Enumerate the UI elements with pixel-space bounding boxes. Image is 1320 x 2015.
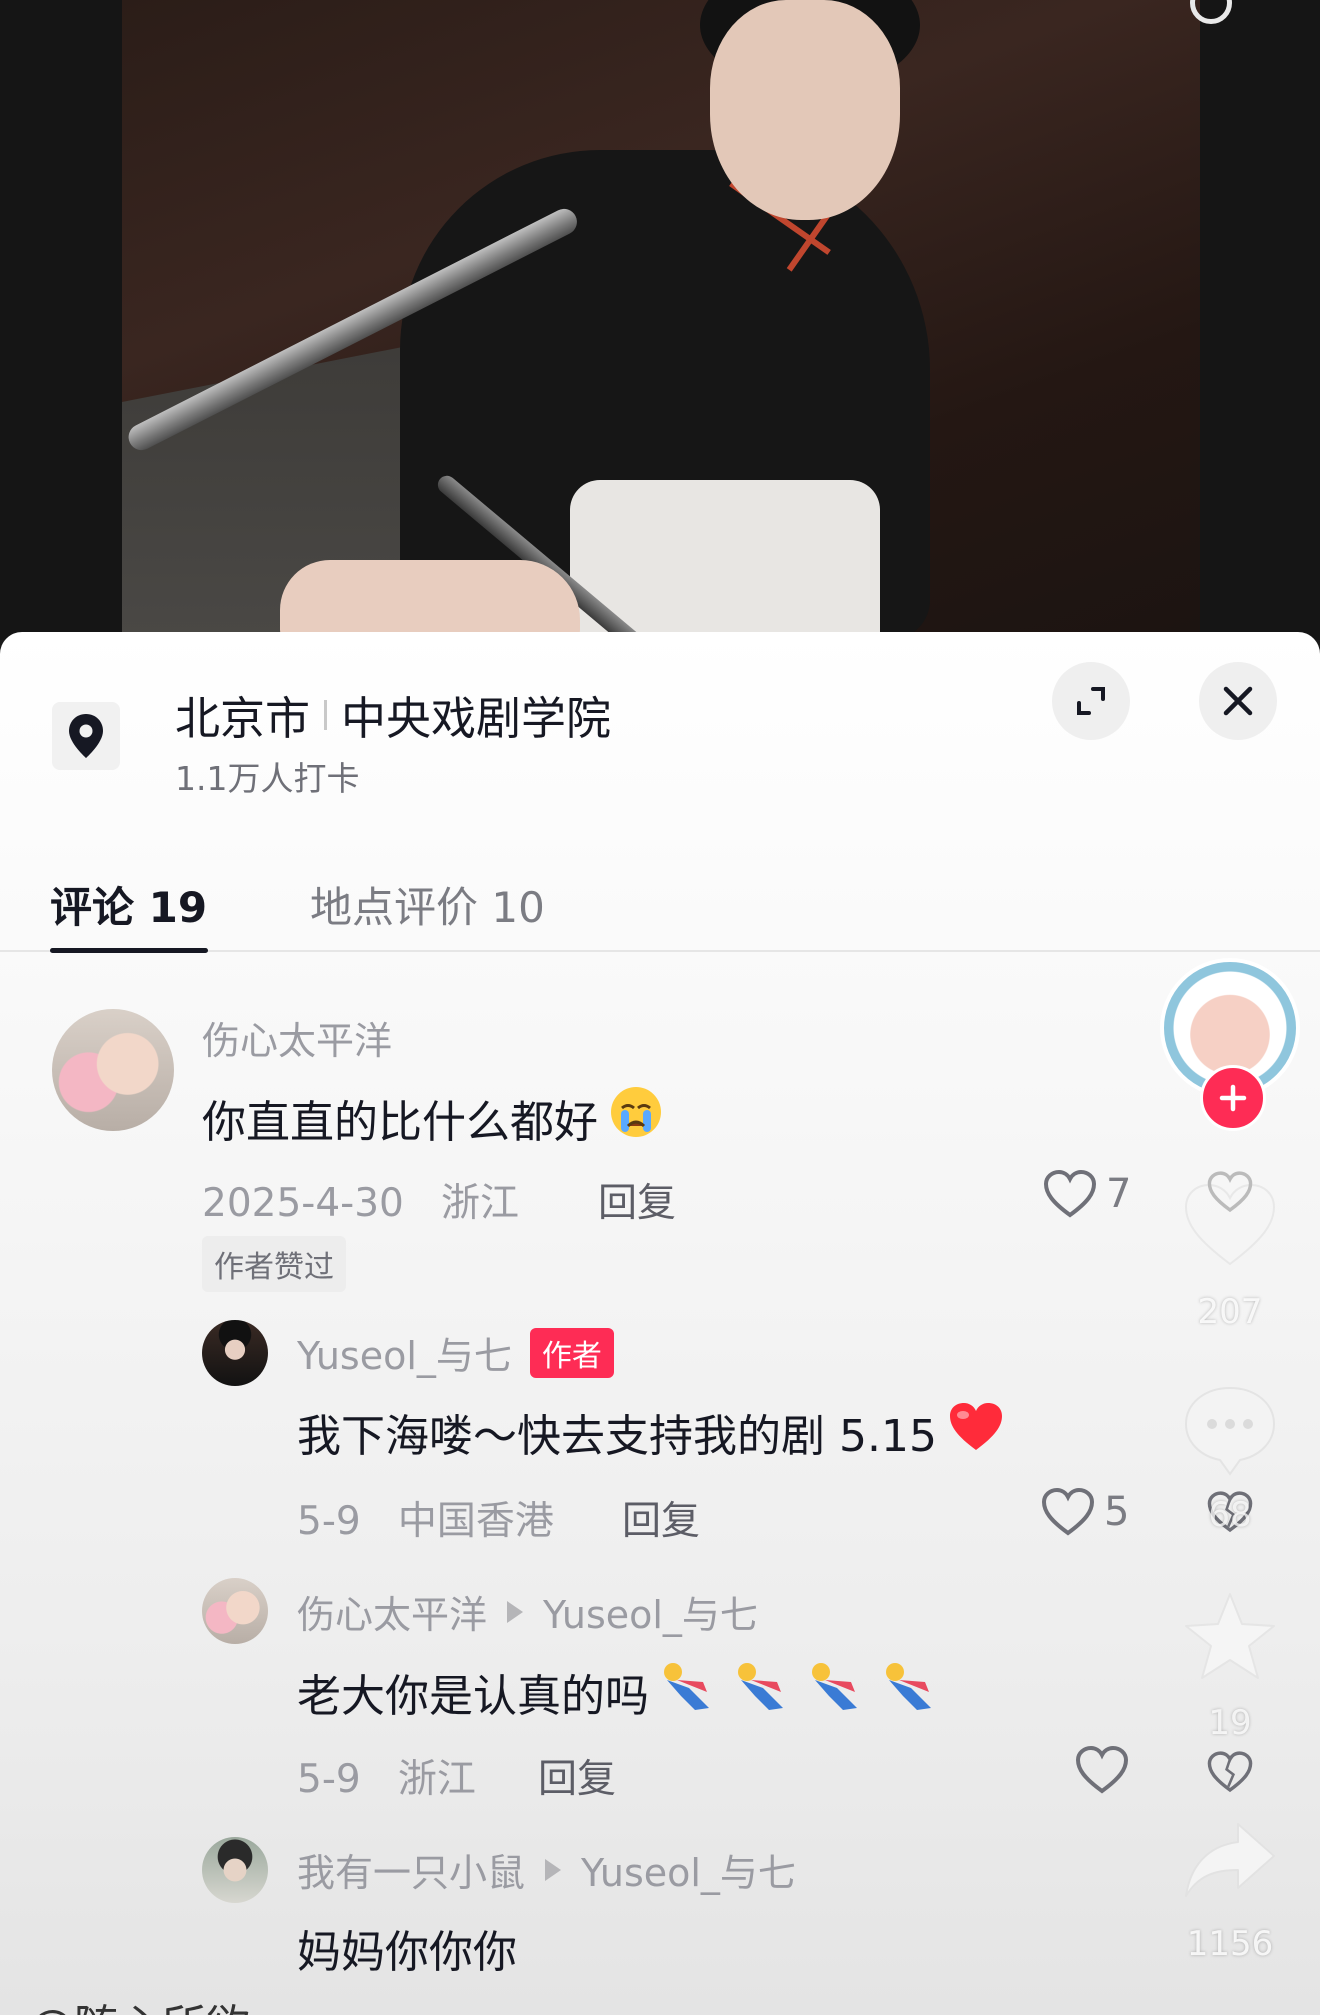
author-liked-badge: 作者赞过 [202,1236,346,1292]
comment-date: 5-9 [297,1757,361,1802]
comment-meta: 5-9 浙江 [297,1748,476,1804]
comment-text: 妈妈你你你 [297,1916,517,1980]
comment-username-row: Yuseol_与七 作者 [297,1325,614,1380]
comment-meta: 2025-4-30 浙江 [202,1172,519,1228]
video-background[interactable] [0,0,1320,640]
comment-username[interactable]: 我有一只小鼠 [297,1842,525,1897]
heart-outline-icon [1207,1171,1253,1213]
comment-text: 老大你是认真的吗 [297,1658,949,1725]
like-button[interactable]: 7 [1042,1169,1131,1219]
follow-button[interactable] [1200,1065,1266,1131]
like-button[interactable]: 5 [1040,1487,1129,1537]
heart-icon [1075,1745,1129,1794]
reply-button[interactable]: 回复 [598,1172,676,1228]
location-title[interactable]: 北京市 中央戏剧学院 [175,682,611,747]
comment-username[interactable]: 伤心太平洋 [202,1010,392,1065]
reply-button[interactable]: 回复 [538,1748,616,1804]
red-heart-emoji-icon [947,1401,1005,1464]
video-caption[interactable]: @随心所欲 [30,1990,250,2015]
comment-region: 浙江 [441,1181,520,1226]
share-arrow-icon[interactable] [1180,1818,1280,1902]
reply-arrow-icon [545,1858,562,1881]
active-tab-indicator [50,948,208,953]
comment-username-row: 我有一只小鼠 Yuseol_与七 [297,1842,796,1897]
avatar[interactable] [202,1320,268,1386]
location-comment-sheet: 北京市 中央戏剧学院 1.1万人打卡 评论 19 地点评价 10 伤心太平洋 你… [0,632,1320,2015]
tab-comments[interactable]: 评论 19 [50,874,207,935]
video-hands [280,560,580,640]
like-button[interactable] [1074,1745,1138,1795]
like-count: 5 [1104,1489,1130,1535]
tab-bar: 评论 19 地点评价 10 [0,852,1320,953]
comment-date: 2025-4-30 [202,1181,404,1226]
video-action-bar: 207 68 19 1156 [1160,0,1320,2015]
avatar[interactable] [202,1578,268,1644]
share-count: 1156 [1186,1924,1274,1964]
comment-meta: 5-9 中国香港 [297,1490,554,1546]
avatar[interactable] [202,1837,268,1903]
comment-username-row: 伤心太平洋 Yuseol_与七 [297,1584,758,1639]
favorite-count: 19 [1208,1703,1252,1743]
comment-region: 浙江 [397,1757,476,1802]
comment-count: 68 [1208,1495,1252,1535]
comment-date: 5-9 [297,1499,361,1544]
heart-icon [1041,1487,1095,1536]
comment-text-content: 老大你是认真的吗 [297,1670,649,1722]
reply-button[interactable]: 回复 [622,1490,700,1546]
reply-to-username[interactable]: Yuseol_与七 [581,1842,796,1897]
reply-to-username[interactable]: Yuseol_与七 [543,1584,758,1639]
kneeling-emoji-icon [659,1658,949,1725]
location-separator [324,699,328,730]
author-badge: 作者 [529,1327,614,1378]
like-count: 207 [1197,1292,1263,1332]
heart-icon [1043,1169,1097,1218]
plus-icon [1219,1084,1247,1112]
comment-text: 我下海喽～快去支持我的剧 5.15 [297,1400,1005,1464]
comment-region: 中国香港 [397,1499,554,1544]
location-place: 中央戏剧学院 [341,692,612,745]
comment-text-content: 你直直的比什么都好 [202,1096,598,1148]
comment-bubble-icon[interactable] [1180,1382,1280,1478]
location-pin-icon [52,702,120,770]
comment-text-content: 妈妈你你你 [297,1927,517,1978]
favorite-star-icon[interactable] [1180,1590,1280,1686]
comment-username[interactable]: 伤心太平洋 [297,1584,487,1639]
like-count: 7 [1106,1171,1132,1217]
avatar[interactable] [52,1009,174,1131]
comment-text-content: 我下海喽～快去支持我的剧 5.15 [297,1411,937,1462]
comment-text: 你直直的比什么都好 [202,1084,664,1151]
reply-arrow-icon [507,1600,524,1623]
crying-emoji-icon [608,1084,664,1151]
broken-heart-icon [1207,1751,1253,1793]
checkin-count: 1.1万人打卡 [175,759,360,798]
comment-username[interactable]: Yuseol_与七 [297,1325,512,1380]
expand-icon [1077,687,1105,715]
video-person-face [710,0,900,220]
expand-button[interactable] [1052,662,1130,740]
location-city: 北京市 [175,692,311,745]
tab-place-reviews[interactable]: 地点评价 10 [310,874,545,935]
